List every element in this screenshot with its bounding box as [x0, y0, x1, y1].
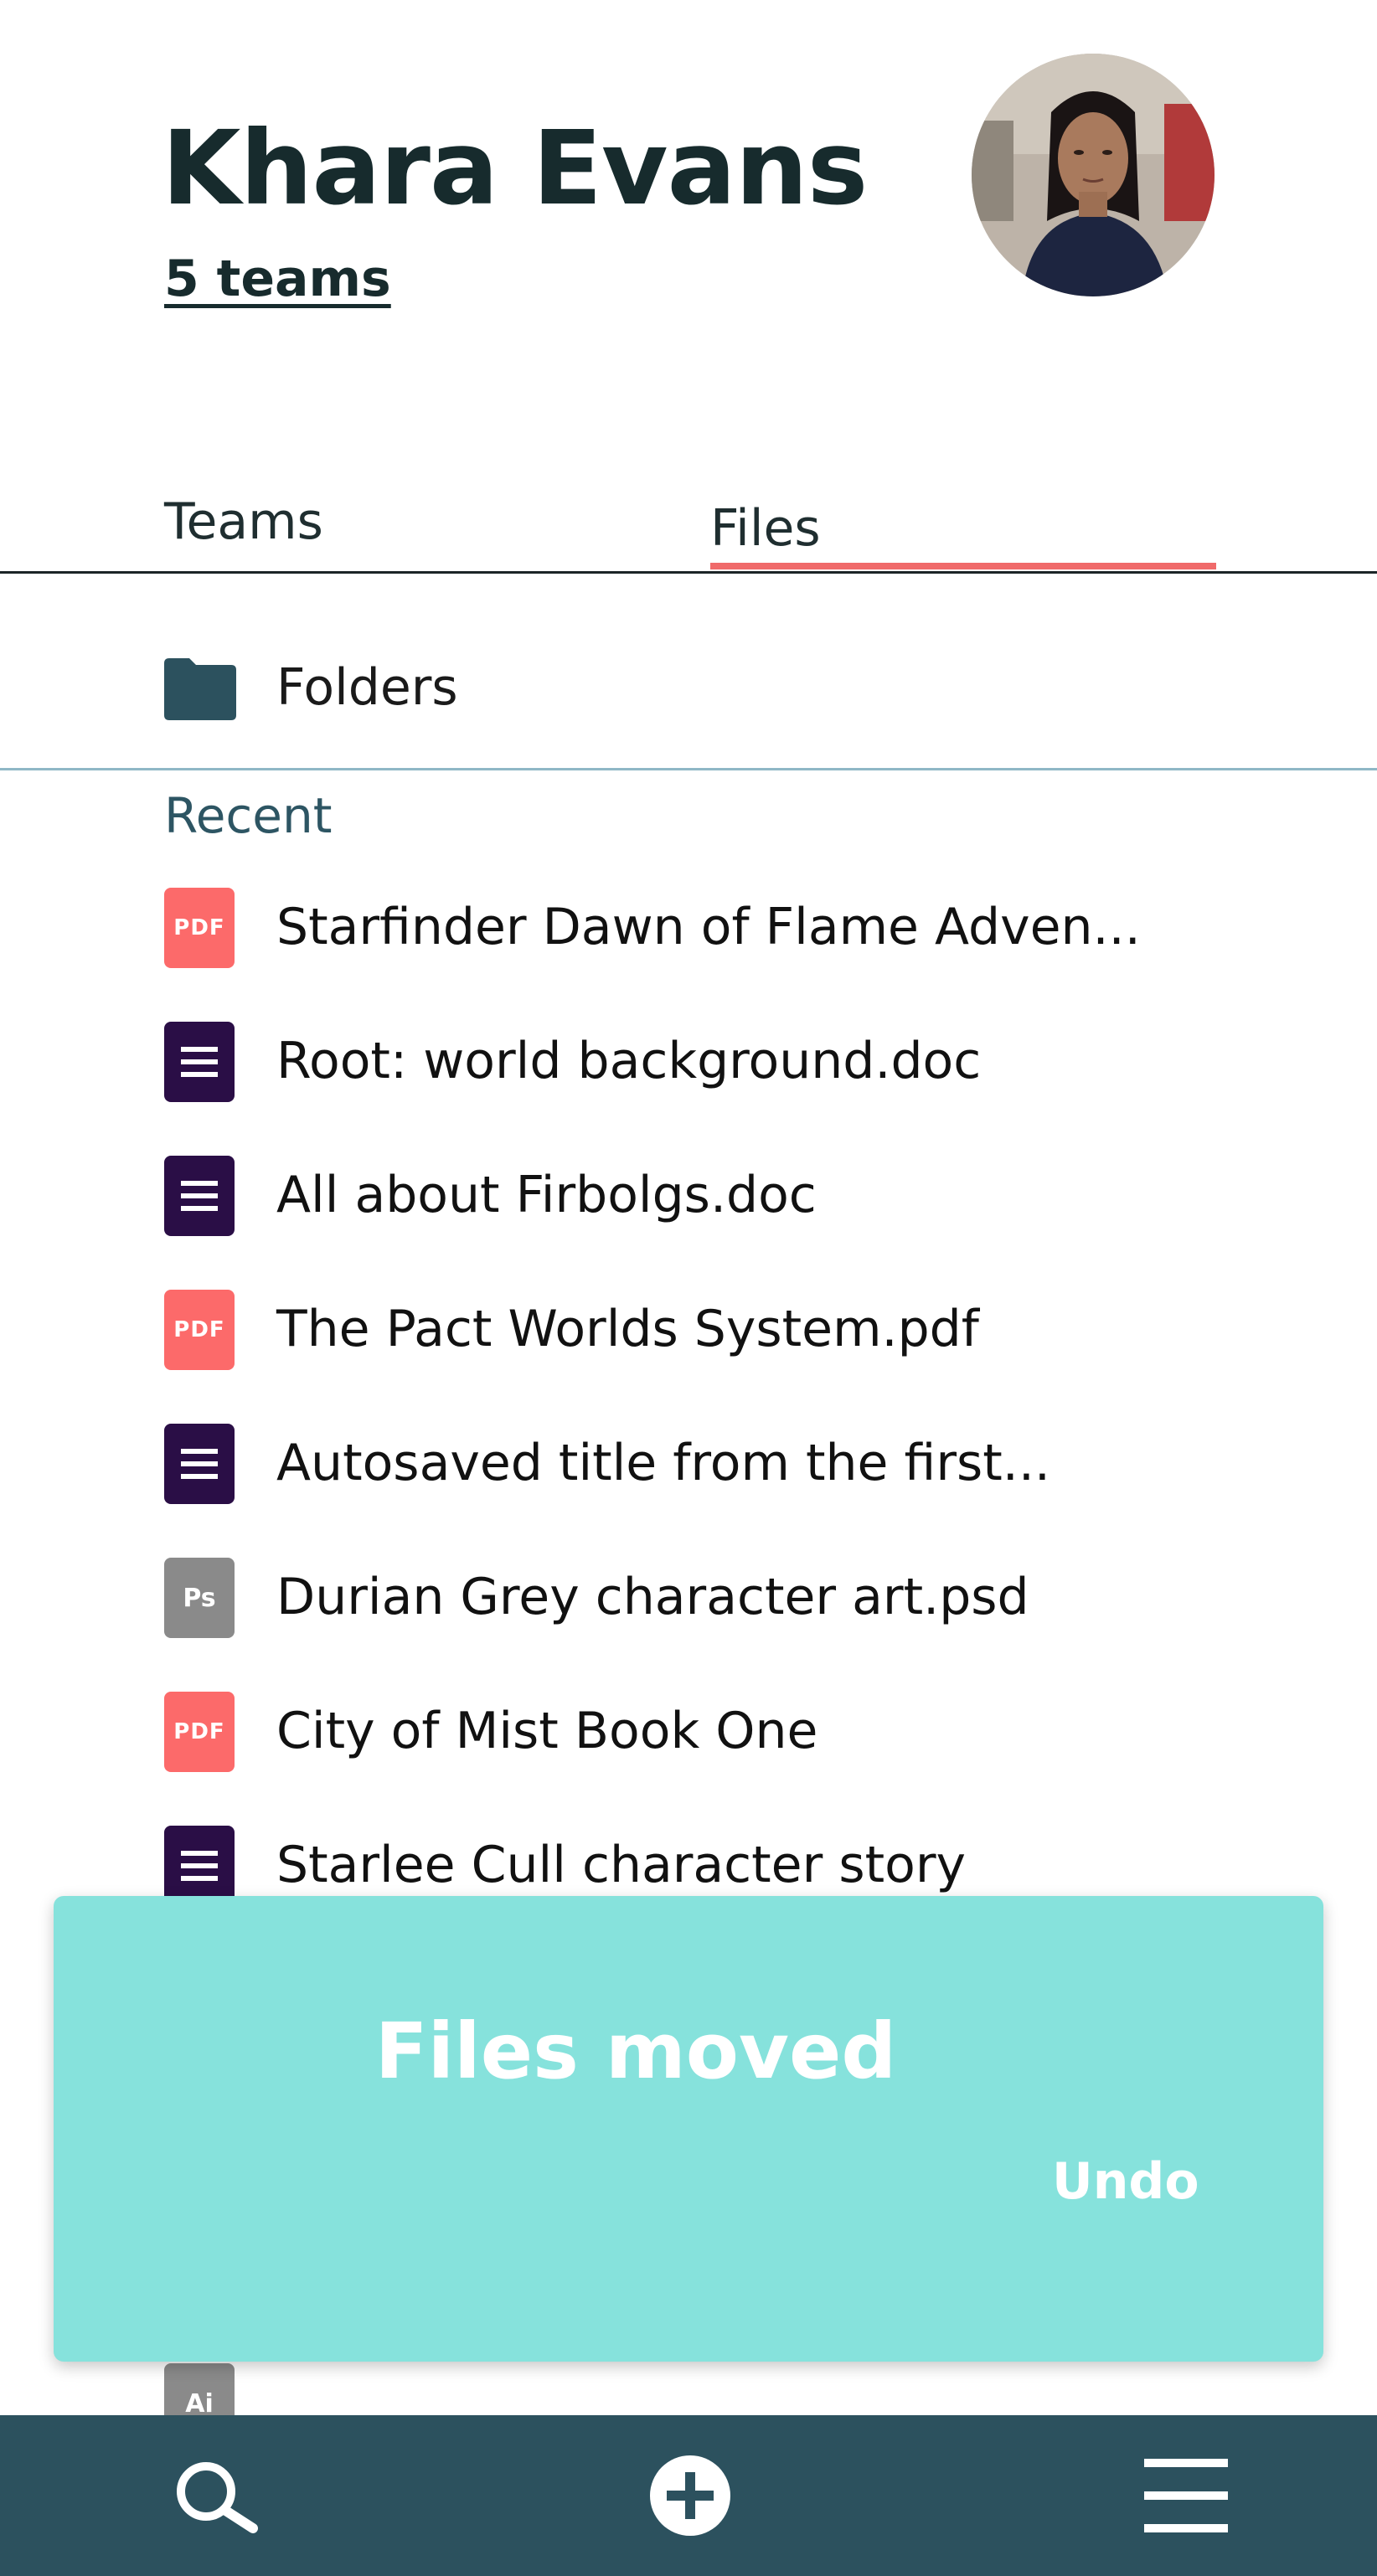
file-row[interactable]: PDF City of Mist Book One: [164, 1688, 1253, 1772]
files-moved-toast: Files moved Undo: [54, 1896, 1323, 2362]
bottom-nav-bar: [0, 2415, 1377, 2576]
file-name: Root: world background.doc: [276, 1032, 982, 1090]
search-icon: [177, 2462, 258, 2533]
avatar[interactable]: [972, 54, 1215, 296]
file-name: City of Mist Book One: [276, 1702, 818, 1760]
pdf-file-icon: PDF: [164, 1692, 235, 1772]
teams-count-link[interactable]: 5 teams: [164, 250, 391, 308]
search-button[interactable]: [132, 2415, 300, 2576]
file-row[interactable]: PDF The Pact Worlds System.pdf: [164, 1286, 1253, 1370]
folder-icon: [164, 658, 236, 720]
file-name: The Pact Worlds System.pdf: [276, 1300, 979, 1358]
file-row[interactable]: Autosaved title from the first...: [164, 1420, 1253, 1504]
add-icon: [650, 2455, 730, 2536]
tabs-divider: [0, 571, 1377, 574]
profile-name: Khara Evans: [162, 109, 868, 228]
profile-photo: [972, 54, 1215, 296]
file-row[interactable]: Starlee Cull character story: [164, 1822, 1253, 1906]
file-name: Starlee Cull character story: [276, 1836, 967, 1894]
add-button[interactable]: [606, 2415, 774, 2576]
active-tab-indicator: [710, 563, 1216, 569]
file-row[interactable]: All about Firbolgs.doc: [164, 1152, 1253, 1236]
folders-divider: [0, 768, 1377, 770]
menu-button[interactable]: [1102, 2415, 1270, 2576]
menu-icon: [1144, 2459, 1228, 2532]
doc-file-icon: [164, 1022, 235, 1102]
folders-row[interactable]: Folders: [164, 650, 1002, 725]
file-name: Autosaved title from the first...: [276, 1434, 1050, 1492]
recent-heading: Recent: [164, 787, 333, 844]
undo-button[interactable]: Undo: [1052, 2152, 1199, 2211]
tab-teams[interactable]: Teams: [164, 492, 323, 551]
photoshop-file-icon: Ps: [164, 1558, 235, 1638]
file-name: Starfinder Dawn of Flame Adven...: [276, 898, 1141, 956]
pdf-file-icon: PDF: [164, 1290, 235, 1370]
doc-file-icon: [164, 1156, 235, 1236]
file-name: Durian Grey character art.psd: [276, 1568, 1029, 1626]
doc-file-icon: [164, 1424, 235, 1504]
folders-label: Folders: [276, 658, 458, 717]
file-name: All about Firbolgs.doc: [276, 1166, 817, 1224]
file-row[interactable]: Root: world background.doc: [164, 1018, 1253, 1102]
doc-file-icon: [164, 1826, 235, 1906]
pdf-file-icon: PDF: [164, 888, 235, 968]
file-row[interactable]: Ps Durian Grey character art.psd: [164, 1554, 1253, 1638]
toast-message: Files moved: [374, 2007, 897, 2096]
tab-files[interactable]: Files: [710, 499, 821, 558]
file-row[interactable]: PDF Starfinder Dawn of Flame Adven...: [164, 884, 1253, 968]
